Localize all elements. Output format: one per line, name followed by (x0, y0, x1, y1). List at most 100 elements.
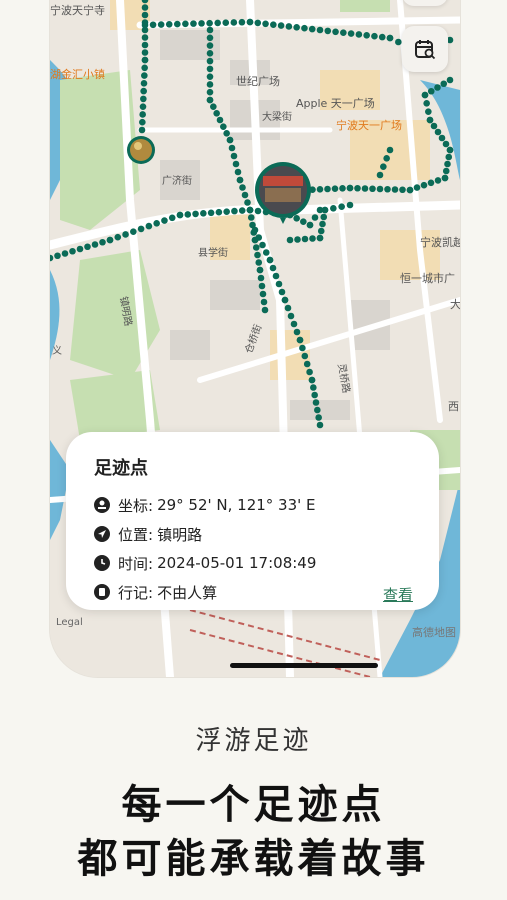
photo-marker-small[interactable] (127, 136, 155, 164)
track-dot (355, 31, 363, 38)
track-dot (420, 181, 428, 189)
track-dot (391, 186, 399, 193)
track-dot (339, 185, 346, 192)
track-dot (137, 225, 145, 233)
track-dot (236, 176, 244, 184)
track-dot (244, 199, 251, 206)
location-value: 镇明路 (157, 525, 203, 544)
journal-key: 行记: (118, 583, 154, 602)
track-dot (440, 80, 448, 88)
track-dot (316, 26, 324, 34)
track-dot (293, 215, 300, 222)
track-dot (141, 49, 149, 56)
track-dot (84, 243, 91, 251)
track-dot (174, 20, 181, 28)
track-dot (206, 73, 214, 80)
track-dot (369, 185, 376, 193)
track-dot (223, 130, 230, 137)
track-dot (445, 153, 453, 161)
track-dot (222, 19, 230, 26)
track-dot (230, 19, 238, 26)
track-dot (206, 57, 214, 65)
track-dot (184, 211, 192, 218)
track-dot (286, 236, 294, 244)
track-dot (216, 116, 224, 124)
track-dot (230, 152, 238, 160)
location-row: 位置: 镇明路 (94, 523, 202, 545)
track-dot (141, 41, 149, 49)
track-dot (270, 21, 277, 28)
track-dot (319, 220, 326, 228)
track-dot (165, 21, 173, 28)
coordinate-row: 坐标: 29° 52' N, 121° 33' E (94, 494, 316, 516)
track-dot (427, 87, 435, 95)
track-dot (153, 220, 160, 227)
track-dot (340, 29, 347, 36)
track-dot (371, 32, 378, 40)
track-dot (122, 231, 129, 238)
track-dot (293, 24, 300, 31)
map-legal-link[interactable]: Legal (56, 617, 83, 628)
card-title: 足迹点 (94, 458, 148, 479)
map-label-xi: 西 (448, 400, 459, 413)
track-dot (207, 209, 215, 217)
track-dot (141, 4, 149, 11)
track-dot (232, 160, 240, 168)
map-label-apple: Apple 天一广场 (296, 97, 375, 110)
track-dot (106, 236, 114, 244)
map-label-hengyi: 恒一城市广 (400, 272, 455, 285)
track-dot (330, 205, 337, 212)
calendar-search-button[interactable] (402, 26, 448, 72)
track-dot (406, 186, 414, 194)
track-dot (430, 122, 438, 130)
track-dot (421, 91, 429, 99)
journal-icon (94, 584, 110, 600)
view-journal-link[interactable]: 查看 (383, 584, 413, 605)
track-dot (386, 34, 394, 42)
track-dot (258, 282, 266, 290)
headline-line-2: 都可能承载着故事 (77, 836, 430, 882)
track-dot (140, 95, 147, 103)
track-dot (141, 56, 149, 64)
map-label-xiangyuan: 县学街 (198, 248, 228, 259)
track-dot (266, 256, 274, 264)
track-dot (301, 352, 309, 360)
track-dot (140, 87, 147, 95)
track-dot (285, 23, 293, 30)
track-dot (324, 27, 332, 35)
track-dot (141, 64, 148, 72)
track-dot (312, 399, 320, 406)
track-dot (316, 421, 324, 429)
track-dot (308, 376, 316, 384)
track-dot (378, 33, 386, 41)
track-dot (140, 80, 148, 87)
track-dot (324, 185, 331, 193)
track-dot (277, 22, 285, 29)
track-dot (241, 191, 249, 199)
track-dot (346, 201, 354, 209)
map-label-temple: 宁波天宁寺 (50, 4, 105, 17)
track-dot (399, 186, 406, 194)
track-dot (210, 103, 217, 110)
track-dot (316, 186, 324, 193)
track-dot (444, 160, 451, 168)
track-dot (214, 19, 221, 27)
headline-line-1: 每一个足迹点 (121, 782, 386, 828)
track-dot (139, 111, 146, 118)
track-dot (434, 84, 441, 91)
track-dot (259, 290, 267, 298)
track-dot (200, 210, 207, 217)
track-dot (76, 245, 84, 253)
track-dot (441, 174, 449, 182)
track-dot (231, 207, 238, 215)
track-dot (114, 233, 122, 241)
track-dot (309, 235, 316, 242)
map-label-dayue: 大梁街 (262, 112, 292, 123)
track-dot (192, 210, 199, 218)
home-indicator[interactable] (230, 663, 378, 668)
phone-mockup: 宁波天宁寺 湖金汇小镇 世纪广场 Apple 天一广场 宁波天一广场 大梁街 宁… (50, 0, 460, 677)
track-dot (384, 185, 391, 193)
track-dot (338, 203, 345, 210)
track-dot (91, 241, 99, 248)
calendar-search-icon (415, 40, 436, 60)
